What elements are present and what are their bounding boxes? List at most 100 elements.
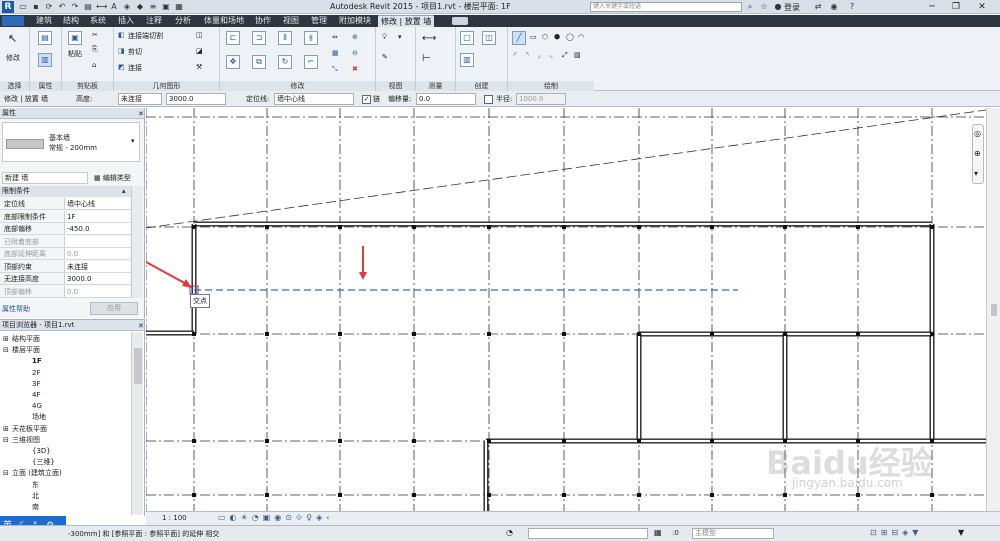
section-icon[interactable]: ◆ <box>135 2 145 12</box>
create-parts-icon[interactable]: ◫ <box>482 31 496 45</box>
tab-manage[interactable]: 管理 <box>311 15 327 27</box>
paste-icon[interactable]: ▣ <box>68 31 82 45</box>
cut-icon[interactable]: ✂ <box>92 31 98 39</box>
circumscribed-polygon-icon[interactable]: ⬢ <box>554 33 560 41</box>
minimize-button[interactable]: ─ <box>920 0 944 14</box>
3d-view-icon[interactable]: ◈ <box>122 2 132 12</box>
maximize-button[interactable]: ❐ <box>944 0 968 14</box>
browser-node[interactable]: 结构平面 <box>12 334 40 345</box>
browser-node[interactable]: {三维} <box>32 457 55 468</box>
apply-button[interactable]: 应用 <box>90 302 138 315</box>
tangent-arc-icon[interactable]: ◞ <box>538 51 541 59</box>
property-row[interactable]: 顶部约束 未连接 <box>0 260 131 273</box>
radius-checkbox[interactable] <box>484 95 493 104</box>
browser-node[interactable]: 2F <box>32 368 40 379</box>
property-row[interactable]: 顶部偏移 0.0 <box>0 285 131 298</box>
trim-icon[interactable]: ⌐ <box>304 55 318 69</box>
height-input[interactable]: 3000.0 <box>166 93 226 105</box>
browser-node[interactable]: 天花板平面 <box>12 424 47 435</box>
paint-icon[interactable]: ◪ <box>196 47 203 55</box>
save-icon[interactable]: ▪ <box>31 2 41 12</box>
navigation-bar[interactable]: ◎ ⊕ ▾ <box>972 124 984 184</box>
circle-icon[interactable]: ◯ <box>566 33 574 41</box>
measure-distance-icon[interactable]: ⟷ <box>422 33 436 44</box>
switch-windows-icon[interactable]: ▦ <box>174 2 184 12</box>
account-icon[interactable]: ◉ <box>828 1 840 13</box>
browser-node[interactable]: 南 <box>32 502 39 513</box>
property-row[interactable]: 无连接高度 3000.0 <box>0 273 131 285</box>
cut-geometry-icon[interactable]: ◨ <box>118 47 125 55</box>
browser-node[interactable]: 1F <box>32 356 42 367</box>
exchange-icon[interactable]: ⇄ <box>812 1 824 13</box>
center-arc-icon[interactable]: ◝ <box>526 51 529 59</box>
line-icon[interactable]: ╱ <box>512 31 526 45</box>
cut-geometry-button[interactable]: 剪切 <box>128 47 142 57</box>
canvas-vertical-scrollbar[interactable] <box>986 108 1000 511</box>
nav-menu-icon[interactable]: ▾ <box>974 169 978 178</box>
property-value[interactable]: 3000.0 <box>64 273 130 284</box>
hide-icon[interactable]: 💡︎ <box>382 33 387 42</box>
drawing-canvas[interactable]: 交点 ◎ ⊕ ▾ Baidu经验 jingyan.baidu.com <box>145 108 1000 511</box>
view-scale[interactable]: 1 : 100 <box>162 514 187 522</box>
property-value[interactable]: 1F <box>64 210 130 222</box>
paste-button[interactable]: 粘贴 <box>68 49 82 59</box>
search-icon[interactable]: ⌕ <box>744 1 756 13</box>
tab-architecture[interactable]: 建筑 <box>36 15 52 27</box>
inscribed-polygon-icon[interactable]: ⬡ <box>542 33 548 41</box>
redo-icon[interactable]: ↷ <box>70 2 80 12</box>
tree-toggle-icon[interactable]: ⊞ <box>3 334 9 345</box>
measure-icon[interactable]: ⟷ <box>96 2 107 12</box>
browser-node[interactable]: 立面 (建筑立面) <box>12 468 62 479</box>
dimension-icon[interactable]: ⊢ <box>422 53 431 64</box>
undo-icon[interactable]: ↶ <box>57 2 67 12</box>
property-row[interactable]: 底部延伸距离 0.0 <box>0 248 131 260</box>
property-row[interactable]: 底部偏移 -450.0 <box>0 223 131 235</box>
ribbon-toggle-icon[interactable] <box>452 17 468 25</box>
browser-node[interactable]: 三维视图 <box>12 435 40 446</box>
array-icon[interactable]: ▦ <box>332 49 339 57</box>
linework-icon[interactable]: ✎ <box>382 53 388 61</box>
selection-options-icons[interactable]: ⊡⊞⊟◈▼ <box>870 528 922 537</box>
browser-node[interactable]: 场地 <box>32 412 46 423</box>
radius-input[interactable]: 1000.0 <box>516 93 566 105</box>
match-icon[interactable]: ⌂ <box>92 61 96 69</box>
tab-analyze[interactable]: 分析 <box>175 15 191 27</box>
property-value[interactable]: 0.0 <box>64 285 130 297</box>
mirror-draw-icon[interactable]: ⫵ <box>304 31 318 45</box>
create-group-icon[interactable]: ▥ <box>460 53 474 67</box>
browser-node[interactable]: 4G <box>32 401 42 412</box>
browser-node[interactable]: 东 <box>32 480 39 491</box>
steering-wheel-icon[interactable]: ◎ <box>974 129 981 138</box>
height-mode-select[interactable]: 未连接 <box>118 93 162 105</box>
user-icon[interactable]: ● <box>772 1 784 13</box>
filter-icon[interactable]: ▼ <box>958 528 964 537</box>
create-similar-icon[interactable]: ▢ <box>460 31 474 45</box>
worksets-icon[interactable]: ◔ <box>506 528 513 537</box>
signin-link[interactable]: 登录 <box>784 2 800 13</box>
start-end-arc-icon[interactable]: ◜ <box>514 51 517 59</box>
search-input[interactable]: 键入关键字或短语 <box>590 2 742 12</box>
property-row[interactable]: 已附着底部 <box>0 235 131 248</box>
tab-structure[interactable]: 结构 <box>63 15 79 27</box>
revit-logo-icon[interactable]: R <box>2 1 14 13</box>
split-face-icon[interactable]: ◫ <box>196 31 203 39</box>
view-controls-icons[interactable]: ▭◐☀◔▣◉⊙⟐♀◈‹ <box>218 513 333 523</box>
join-icon[interactable]: ◩ <box>118 63 125 71</box>
browser-scrollbar[interactable] <box>131 332 143 515</box>
browser-scroll-thumb[interactable] <box>134 348 142 384</box>
edit-type-button[interactable]: ▦ 编辑类型 <box>94 172 131 184</box>
main-model-select[interactable]: 主模型 <box>692 528 774 539</box>
tab-systems[interactable]: 系统 <box>90 15 106 27</box>
location-line-select[interactable]: 墙中心线 <box>274 93 354 105</box>
design-options-icon[interactable]: ▦ <box>654 528 662 537</box>
property-row[interactable]: 底部限制条件 1F <box>0 210 131 223</box>
copy-icon[interactable]: ⎘ <box>92 45 98 54</box>
zoom-icon[interactable]: ⊕ <box>974 149 981 158</box>
tab-massing[interactable]: 体量和场地 <box>204 15 244 27</box>
scale-icon[interactable]: ⤡ <box>332 65 338 74</box>
property-row[interactable]: 定位线 墙中心线 <box>0 198 131 210</box>
tab-view[interactable]: 视图 <box>283 15 299 27</box>
browser-node[interactable]: 3F <box>32 379 40 390</box>
property-value[interactable]: 墙中心线 <box>64 198 130 209</box>
property-value[interactable] <box>64 235 130 247</box>
